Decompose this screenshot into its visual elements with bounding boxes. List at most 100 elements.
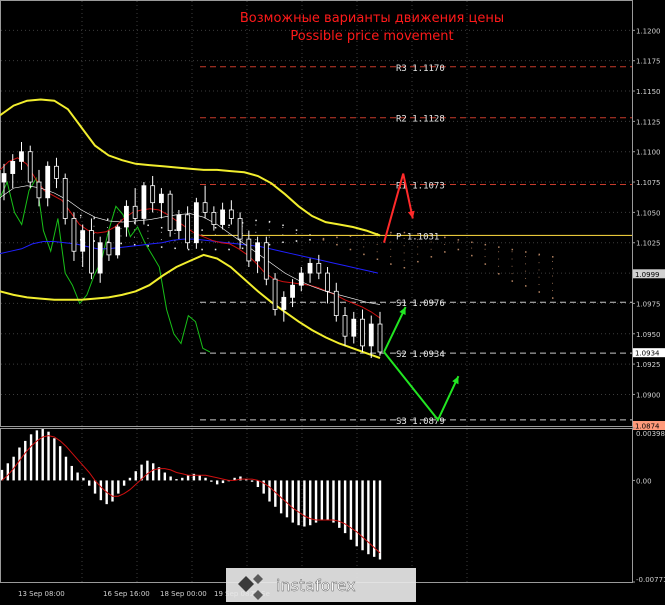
cloud-dot — [484, 248, 486, 250]
histogram-bar — [0, 469, 4, 481]
histogram-bar — [122, 480, 126, 486]
histogram-bar — [175, 479, 178, 481]
cloud-edge-a — [538, 291, 541, 293]
cloud-edge-b — [241, 247, 244, 250]
histogram-bar — [320, 480, 324, 520]
histogram-bar — [239, 476, 242, 481]
cloud-dot — [511, 251, 513, 253]
cloud-dot — [160, 231, 162, 233]
candle-body — [10, 161, 16, 174]
cloud-dot — [174, 233, 176, 235]
histogram-bar — [349, 480, 353, 540]
cloud-edge-a — [336, 243, 338, 246]
cloud-edge-a — [295, 229, 298, 231]
cloud-edge-b — [147, 245, 149, 247]
histogram-bar — [47, 431, 50, 481]
candle-body — [298, 272, 304, 286]
cloud-edge-a — [444, 251, 446, 253]
cloud-edge-a — [106, 218, 109, 220]
cloud-dot — [80, 217, 81, 219]
candle-body — [27, 151, 33, 183]
cloud-dot — [241, 240, 243, 242]
cloud-edge-a — [457, 248, 460, 251]
candle-body — [360, 318, 365, 347]
cloud-dot — [444, 243, 446, 245]
cloud-edge-a — [214, 226, 217, 229]
histogram-bar — [88, 480, 91, 486]
cloud-edge-b — [295, 240, 298, 242]
cloud-dot — [525, 270, 527, 272]
cloud-dot — [376, 243, 378, 245]
candle-body — [220, 209, 226, 225]
candle-body — [167, 193, 173, 231]
candle-body — [150, 185, 156, 204]
histogram-bar — [372, 480, 376, 557]
candle-body — [54, 165, 59, 179]
candle-body — [237, 218, 243, 240]
cloud-dot — [120, 228, 122, 230]
histogram-bar — [343, 480, 347, 534]
cloud-edge-a — [201, 229, 203, 231]
cloud-dot — [538, 276, 540, 278]
cloud-dot — [390, 256, 392, 258]
chart-subtitle: Possible price movement — [290, 29, 453, 44]
cloud-dot — [268, 229, 270, 231]
cloud-dot — [228, 226, 230, 228]
cloud-edge-a — [80, 214, 82, 217]
cloud-dot — [133, 236, 135, 238]
candle-body — [176, 214, 182, 231]
cloud-dot — [498, 258, 500, 260]
level-label-r1: R1 1.1073 — [396, 181, 445, 191]
cloud-dot — [376, 236, 378, 238]
histogram-bar — [250, 480, 254, 482]
price-tick-label: 1.1025 — [636, 240, 661, 248]
cloud-edge-a — [268, 220, 271, 223]
histogram-bar — [53, 438, 56, 481]
candle-body — [185, 214, 191, 244]
cloud-dot — [295, 233, 297, 235]
price-tick-label: 1.1075 — [636, 179, 661, 187]
level-label-s2: S2 1.0934 — [396, 350, 445, 360]
candle-body — [132, 205, 138, 219]
price-tick-label: 1.1050 — [636, 209, 661, 217]
cloud-edge-b — [511, 248, 514, 251]
cloud-edge-b — [538, 253, 541, 256]
cloud-dot — [552, 290, 553, 292]
histogram-bar — [117, 480, 120, 494]
candle-body — [97, 242, 103, 274]
cloud-edge-a — [147, 224, 149, 227]
candle-body — [19, 151, 24, 162]
histogram-bar — [181, 477, 184, 481]
candle-body — [71, 218, 77, 252]
cloud-dot — [147, 237, 149, 239]
candle-body — [193, 202, 199, 244]
price-tick-label: 1.1200 — [636, 27, 661, 35]
histogram-bar — [18, 447, 21, 481]
histogram-bar — [303, 480, 306, 527]
cloud-dot — [498, 251, 500, 253]
histogram-bar — [204, 477, 207, 481]
price-tick-label: 1.1175 — [636, 58, 661, 66]
candle-body — [263, 242, 269, 280]
histogram-bar — [361, 480, 364, 551]
level-label-s1: S1 1.0976 — [396, 299, 445, 309]
histogram-bar — [70, 465, 73, 481]
cloud-dot — [417, 246, 419, 248]
candle-body — [281, 296, 287, 310]
candle-body — [377, 323, 383, 353]
histogram-bar — [134, 471, 137, 481]
cloud-dot — [147, 230, 149, 232]
candle-body — [325, 272, 330, 292]
cloud-edge-a — [160, 226, 163, 229]
cloud-edge-b — [160, 246, 163, 248]
candle-body — [333, 290, 339, 316]
cloud-dot — [160, 239, 162, 241]
cloud-edge-a — [471, 254, 473, 257]
cloud-dot — [511, 273, 513, 275]
cloud-edge-b — [484, 243, 487, 246]
cloud-dot — [538, 262, 540, 264]
cloud-dot — [390, 241, 392, 243]
histogram-bar — [82, 477, 85, 481]
cloud-edge-b — [201, 248, 203, 251]
histogram-bar — [215, 480, 219, 485]
